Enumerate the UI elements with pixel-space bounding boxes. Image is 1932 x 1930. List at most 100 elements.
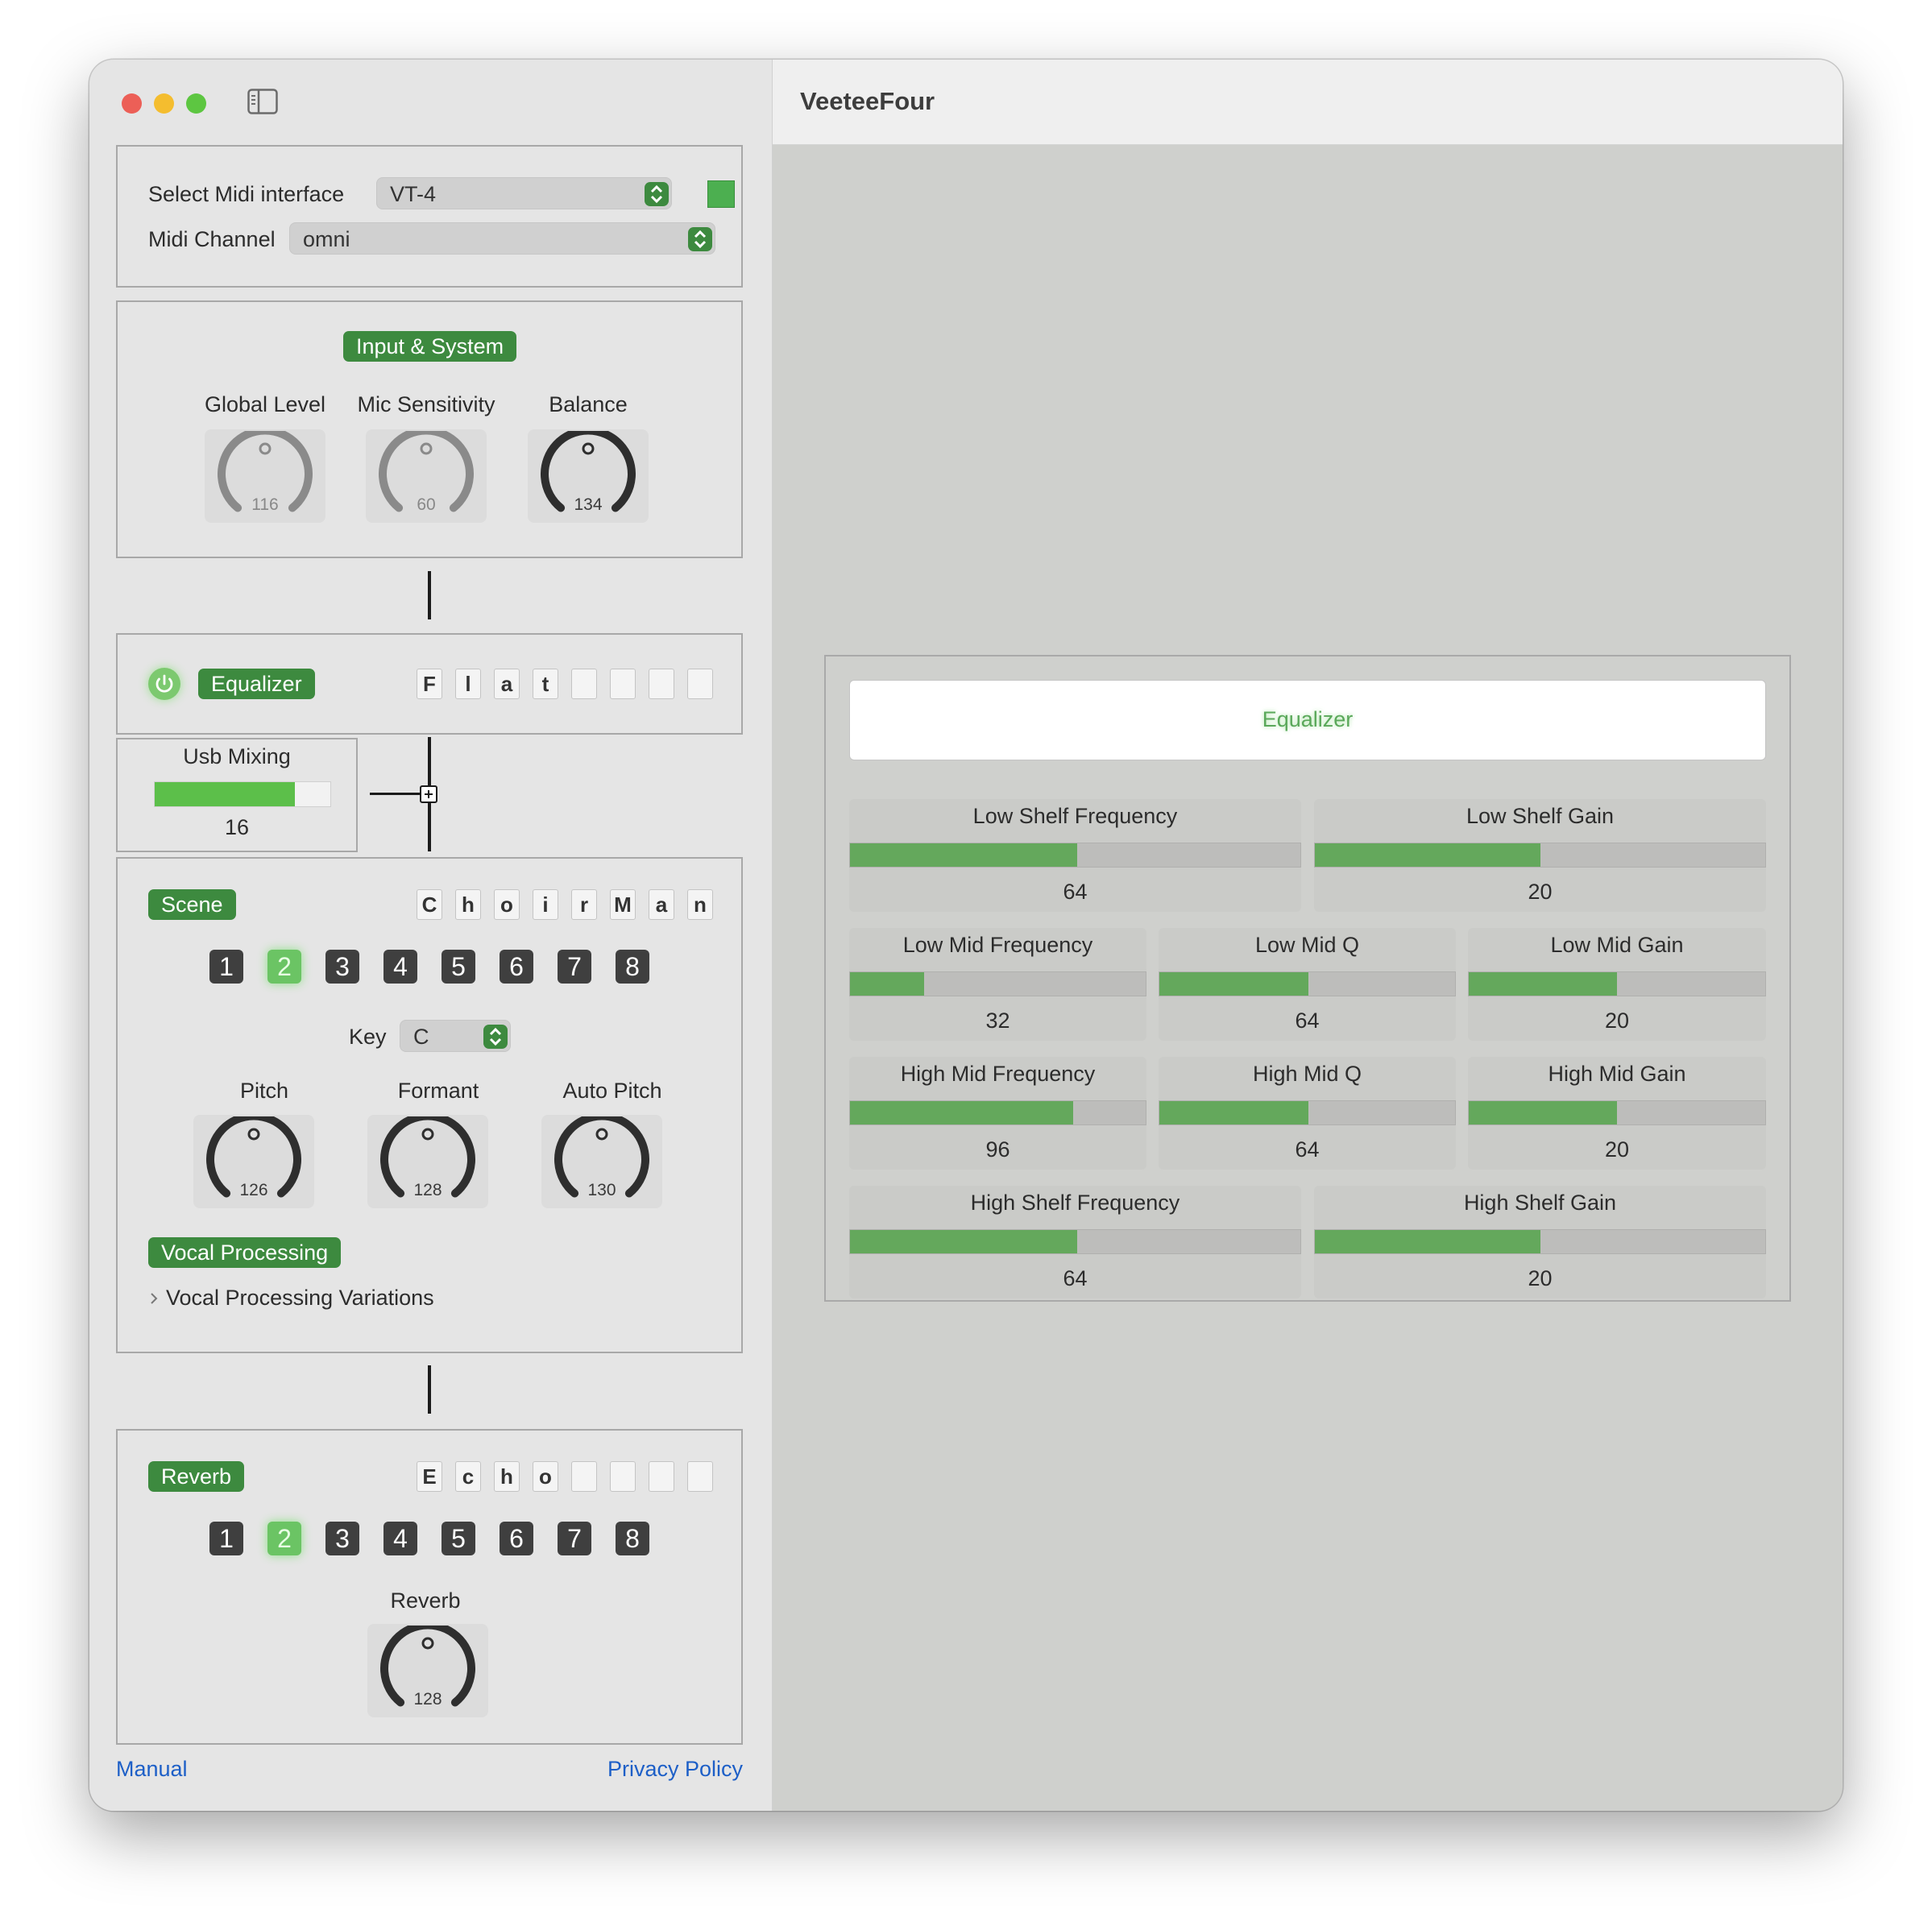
eq-param-label: High Mid Gain <box>1548 1062 1686 1086</box>
eq-slider-track[interactable] <box>849 971 1146 996</box>
eq-slider-fill <box>1315 843 1540 867</box>
manual-link[interactable]: Manual <box>116 1757 188 1782</box>
low-shelf-gain-control[interactable]: Low Shelf Gain 20 <box>1314 799 1766 912</box>
close-window-button[interactable] <box>122 93 142 114</box>
high-mid-q-control[interactable]: High Mid Q 64 <box>1159 1057 1456 1170</box>
balance-label: Balance <box>549 392 628 416</box>
signal-connector <box>370 793 420 795</box>
scene-name-char[interactable]: a <box>649 889 674 920</box>
auto-pitch-value: 130 <box>587 1181 616 1199</box>
usb-mixing-value: 16 <box>224 815 250 839</box>
scene-button[interactable]: 7 <box>558 950 591 984</box>
privacy-policy-link[interactable]: Privacy Policy <box>607 1757 743 1782</box>
eq-preset-char[interactable] <box>687 669 713 699</box>
scene-button[interactable]: 6 <box>500 950 533 984</box>
midi-interface-label: Select Midi interface <box>148 182 345 206</box>
reverb-button[interactable]: 6 <box>500 1522 533 1555</box>
usb-mixing-fill <box>155 782 296 806</box>
reverb-name-char[interactable]: c <box>455 1461 481 1492</box>
scene-button-active[interactable]: 2 <box>267 950 301 984</box>
pitch-knob[interactable]: 126 <box>193 1115 314 1208</box>
reverb-name-char[interactable]: o <box>533 1461 558 1492</box>
eq-preset-char[interactable]: a <box>494 669 520 699</box>
eq-slider-track[interactable] <box>849 1229 1301 1254</box>
reverb-button[interactable]: 1 <box>209 1522 243 1555</box>
usb-mixing-box: Usb Mixing 16 <box>116 738 358 852</box>
scene-button[interactable]: 8 <box>616 950 649 984</box>
high-mid-gain-control[interactable]: High Mid Gain 20 <box>1468 1057 1766 1170</box>
scene-name-char[interactable]: i <box>533 889 558 920</box>
eq-param-value: 20 <box>1528 880 1553 904</box>
reverb-button[interactable]: 5 <box>442 1522 475 1555</box>
eq-preset-char[interactable]: l <box>455 669 481 699</box>
scene-name-char[interactable]: C <box>417 889 442 920</box>
low-mid-gain-control[interactable]: Low Mid Gain 20 <box>1468 928 1766 1041</box>
scene-button[interactable]: 1 <box>209 950 243 984</box>
high-mid-frequency-control[interactable]: High Mid Frequency 96 <box>849 1057 1146 1170</box>
reverb-name-char[interactable] <box>687 1461 713 1492</box>
scene-button[interactable]: 4 <box>383 950 417 984</box>
eq-slider-track[interactable] <box>1314 843 1766 868</box>
reverb-knob[interactable]: 128 <box>367 1624 488 1717</box>
scene-title: Scene <box>148 889 236 920</box>
eq-slider-fill <box>1469 972 1617 996</box>
reverb-button-active[interactable]: 2 <box>267 1522 301 1555</box>
midi-channel-label: Midi Channel <box>148 227 276 251</box>
reverb-name-char[interactable] <box>610 1461 636 1492</box>
eq-preset-char[interactable]: t <box>533 669 558 699</box>
input-system-title: Input & System <box>343 331 517 362</box>
scene-name-char[interactable]: n <box>687 889 713 920</box>
scene-button[interactable]: 5 <box>442 950 475 984</box>
reverb-name-char[interactable] <box>649 1461 674 1492</box>
eq-preset-char[interactable]: F <box>417 669 442 699</box>
reverb-button[interactable]: 4 <box>383 1522 417 1555</box>
equalizer-button[interactable]: Equalizer <box>198 669 315 699</box>
eq-slider-track[interactable] <box>849 843 1301 868</box>
balance-knob[interactable]: 134 <box>528 429 649 523</box>
scene-name-char[interactable]: r <box>571 889 597 920</box>
mic-sensitivity-knob[interactable]: 60 <box>366 429 487 523</box>
low-shelf-frequency-control[interactable]: Low Shelf Frequency 64 <box>849 799 1301 912</box>
reverb-knob-label: Reverb <box>390 1588 461 1613</box>
scene-name-char[interactable]: h <box>455 889 481 920</box>
scene-name-char[interactable]: o <box>494 889 520 920</box>
auto-pitch-knob[interactable]: 130 <box>541 1115 662 1208</box>
global-level-knob[interactable]: 116 <box>205 429 325 523</box>
high-shelf-frequency-control[interactable]: High Shelf Frequency 64 <box>849 1186 1301 1298</box>
minimize-window-button[interactable] <box>154 93 174 114</box>
midi-interface-select[interactable]: VT-4 <box>376 177 672 209</box>
eq-param-label: High Mid Frequency <box>900 1062 1096 1086</box>
eq-param-label: Low Shelf Gain <box>1466 804 1615 828</box>
eq-slider-track[interactable] <box>1159 971 1456 996</box>
usb-mixing-slider[interactable] <box>154 781 331 807</box>
reverb-name-char[interactable]: h <box>494 1461 520 1492</box>
key-select[interactable]: C <box>400 1020 511 1052</box>
eq-preset-char[interactable] <box>610 669 636 699</box>
eq-slider-track[interactable] <box>1314 1229 1766 1254</box>
equalizer-power-icon[interactable] <box>148 668 180 700</box>
eq-preset-char[interactable] <box>571 669 597 699</box>
formant-knob[interactable]: 128 <box>367 1115 488 1208</box>
zoom-window-button[interactable] <box>186 93 206 114</box>
high-shelf-gain-control[interactable]: High Shelf Gain 20 <box>1314 1186 1766 1298</box>
eq-slider-fill <box>850 972 924 996</box>
reverb-name-char[interactable]: E <box>417 1461 442 1492</box>
eq-slider-track[interactable] <box>1468 971 1766 996</box>
reverb-button[interactable]: 8 <box>616 1522 649 1555</box>
low-mid-frequency-control[interactable]: Low Mid Frequency 32 <box>849 928 1146 1041</box>
eq-preset-char[interactable] <box>649 669 674 699</box>
eq-param-label: Low Mid Gain <box>1550 933 1684 957</box>
reverb-button[interactable]: 3 <box>325 1522 359 1555</box>
eq-slider-track[interactable] <box>849 1100 1146 1125</box>
low-mid-q-control[interactable]: Low Mid Q 64 <box>1159 928 1456 1041</box>
global-level-label: Global Level <box>204 392 326 416</box>
reverb-name-char[interactable] <box>571 1461 597 1492</box>
reverb-button[interactable]: 7 <box>558 1522 591 1555</box>
vocal-processing-button[interactable]: Vocal Processing <box>148 1237 342 1268</box>
sidebar-toggle-icon[interactable] <box>247 89 278 114</box>
midi-channel-select[interactable]: omni <box>289 222 715 255</box>
eq-slider-track[interactable] <box>1159 1100 1456 1125</box>
eq-slider-track[interactable] <box>1468 1100 1766 1125</box>
scene-button[interactable]: 3 <box>325 950 359 984</box>
scene-name-char[interactable]: M <box>610 889 636 920</box>
